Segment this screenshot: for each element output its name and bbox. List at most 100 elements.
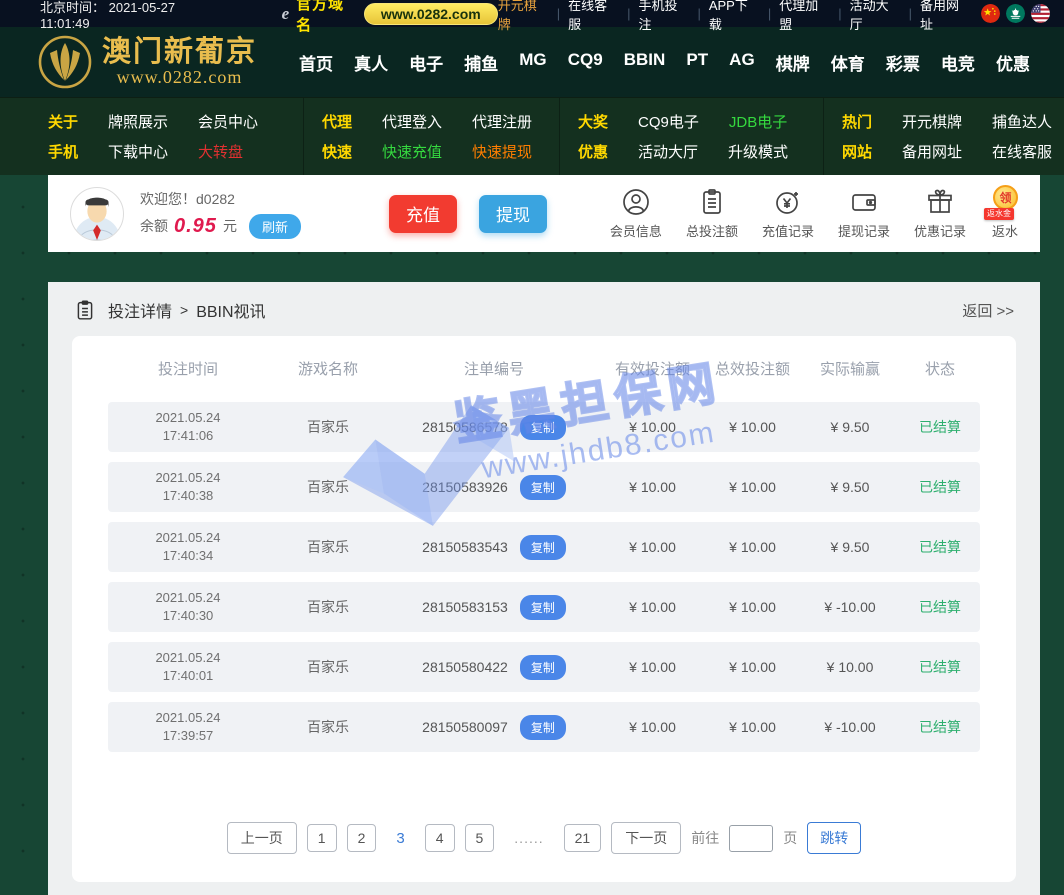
copy-button[interactable]: 复制 xyxy=(519,714,566,740)
subnav-link[interactable]: 捕鱼达人 xyxy=(992,111,1052,132)
nav-item[interactable]: 首页 xyxy=(299,50,333,75)
nav-item[interactable]: 电子 xyxy=(409,50,443,75)
nav-item[interactable]: AG xyxy=(729,50,755,75)
nav-item[interactable]: 捕鱼 xyxy=(464,50,498,75)
refresh-button[interactable]: 刷新 xyxy=(248,213,301,239)
nav-item[interactable]: 优惠 xyxy=(996,50,1030,75)
domain-pill[interactable]: www.0282.com xyxy=(363,2,498,25)
page-button[interactable]: 3 xyxy=(386,824,414,852)
subnav-link[interactable]: 快速充值 xyxy=(382,141,442,162)
subnav-link[interactable]: CQ9电子 xyxy=(638,111,699,132)
total-bets-item[interactable]: 总投注额 xyxy=(686,187,738,240)
page-button[interactable]: 2 xyxy=(346,824,377,852)
subnav-link[interactable]: 代理注册 xyxy=(472,111,532,132)
copy-button[interactable]: 复制 xyxy=(519,474,566,500)
win-loss-amount: ¥ -10.00 xyxy=(824,599,876,615)
goto-label: 前往 xyxy=(691,830,720,846)
back-link[interactable]: 返回 >> xyxy=(962,300,1014,321)
topbar-link[interactable]: 代理加盟 xyxy=(779,0,830,33)
subnav-link[interactable]: 代理登入 xyxy=(382,111,442,132)
subnav-link[interactable]: 会员中心 xyxy=(198,111,258,132)
nav-item[interactable]: CQ9 xyxy=(568,50,603,75)
separator: | xyxy=(697,6,701,21)
jump-button[interactable]: 跳转 xyxy=(807,822,862,854)
promo-records-item[interactable]: 优惠记录 xyxy=(914,187,966,240)
page-button[interactable]: 4 xyxy=(424,824,455,852)
order-number: 28150583153 xyxy=(422,599,508,615)
usa-flag-icon[interactable] xyxy=(1031,4,1050,23)
member-info-item[interactable]: 会员信息 xyxy=(610,187,662,240)
subnav-link[interactable]: JDB电子 xyxy=(729,111,787,132)
order-cell: 28150586578 复制 xyxy=(388,414,600,440)
topbar-link[interactable]: 备用网址 xyxy=(920,0,971,33)
win-loss-amount: ¥ 9.50 xyxy=(830,479,870,495)
avatar[interactable] xyxy=(70,186,124,241)
subnav-link[interactable]: 下载中心 xyxy=(108,141,168,162)
ie-browser-icon: e xyxy=(281,4,290,23)
status-badge: 已结算 xyxy=(919,479,961,495)
nav-item[interactable]: PT xyxy=(686,50,708,75)
subnav-link[interactable]: 大转盘 xyxy=(198,141,243,162)
subnav-link[interactable]: 开元棋牌 xyxy=(902,111,962,132)
copy-button[interactable]: 复制 xyxy=(519,654,566,680)
order-number: 28150580097 xyxy=(422,719,508,735)
china-flag-icon[interactable] xyxy=(981,4,1000,23)
order-number: 28150580422 xyxy=(422,659,508,675)
subnav-link[interactable]: 牌照展示 xyxy=(108,111,168,132)
table-row: 2021.05.24 17:40:38 百家乐 28150583926 复制 ¥ 10.0… xyxy=(108,462,980,512)
subnav-link[interactable]: 活动大厅 xyxy=(638,141,698,162)
separator: | xyxy=(838,6,842,21)
valid-bet-amount: ¥ 10.00 xyxy=(629,479,676,495)
language-flags xyxy=(981,4,1050,23)
yen-coin-icon xyxy=(776,192,798,214)
topbar-link[interactable]: 活动大厅 xyxy=(850,0,901,33)
status-badge: 已结算 xyxy=(919,539,961,555)
subnav-link[interactable]: 在线客服 xyxy=(992,141,1052,162)
bet-time: 2021.05.24 17:39:57 xyxy=(155,709,221,743)
goto-page-input[interactable] xyxy=(729,824,774,852)
topbar-link[interactable]: 手机投注 xyxy=(638,0,689,33)
copy-button[interactable]: 复制 xyxy=(519,534,566,560)
gold-coin-icon: 领 返水金 xyxy=(984,185,1020,220)
copy-button[interactable]: 复制 xyxy=(519,414,566,440)
welcome-text: 欢迎您！d0282 xyxy=(140,190,235,207)
topbar-link[interactable]: 开元棋牌 xyxy=(498,0,549,33)
subnav-group: 热门 开元棋牌 捕鱼达人 网站 备用网址 在线客服 xyxy=(824,98,1064,175)
subnav-link[interactable]: 备用网址 xyxy=(902,141,962,162)
nav-item[interactable]: 彩票 xyxy=(886,50,920,75)
prev-page-button[interactable]: 上一页 xyxy=(226,822,297,854)
subnav-label: 代理 xyxy=(322,114,353,131)
nav-item[interactable]: 体育 xyxy=(831,50,865,75)
subnav-link[interactable]: 快速提现 xyxy=(472,141,532,162)
nav-item[interactable]: BBIN xyxy=(624,50,666,75)
withdraw-records-item[interactable]: 提现记录 xyxy=(838,187,890,240)
page-button[interactable]: 21 xyxy=(563,824,602,852)
currency-label: 元 xyxy=(222,218,237,234)
nav-item[interactable]: 真人 xyxy=(354,50,388,75)
deposit-records-item[interactable]: 充值记录 xyxy=(762,187,814,240)
topbar-link[interactable]: APP下载 xyxy=(709,0,760,33)
nav-item[interactable]: 棋牌 xyxy=(776,50,810,75)
column-header: 游戏名称 xyxy=(297,361,358,378)
deposit-button[interactable]: 充值 xyxy=(388,194,457,233)
lotus-logo-icon xyxy=(38,35,92,89)
copy-button[interactable]: 复制 xyxy=(519,594,566,620)
subnav-link[interactable]: 升级模式 xyxy=(728,141,788,162)
win-loss-amount: ¥ -10.00 xyxy=(824,719,876,735)
macau-flag-icon[interactable] xyxy=(1006,4,1025,23)
page-button[interactable]: 5 xyxy=(464,824,495,852)
rebate-item[interactable]: 领 返水金 返水 xyxy=(984,185,1020,240)
topbar-link[interactable]: 在线客服 xyxy=(568,0,619,33)
quick-icon-label: 充值记录 xyxy=(761,224,814,239)
status-badge: 已结算 xyxy=(919,719,961,735)
next-page-button[interactable]: 下一页 xyxy=(611,822,682,854)
site-logo[interactable]: 澳门新葡京 www.0282.com xyxy=(38,35,257,89)
nav-item[interactable]: MG xyxy=(519,50,546,75)
order-cell: 28150580097 复制 xyxy=(388,714,600,740)
withdraw-button[interactable]: 提现 xyxy=(478,194,547,233)
column-header: 有效投注额 xyxy=(614,361,690,378)
page-button[interactable]: 1 xyxy=(306,824,337,852)
beijing-time: 北京时间： 2021-05-27 11:01:49 xyxy=(40,0,176,31)
order-cell: 28150580422 复制 xyxy=(388,654,600,680)
nav-item[interactable]: 电竞 xyxy=(941,50,975,75)
